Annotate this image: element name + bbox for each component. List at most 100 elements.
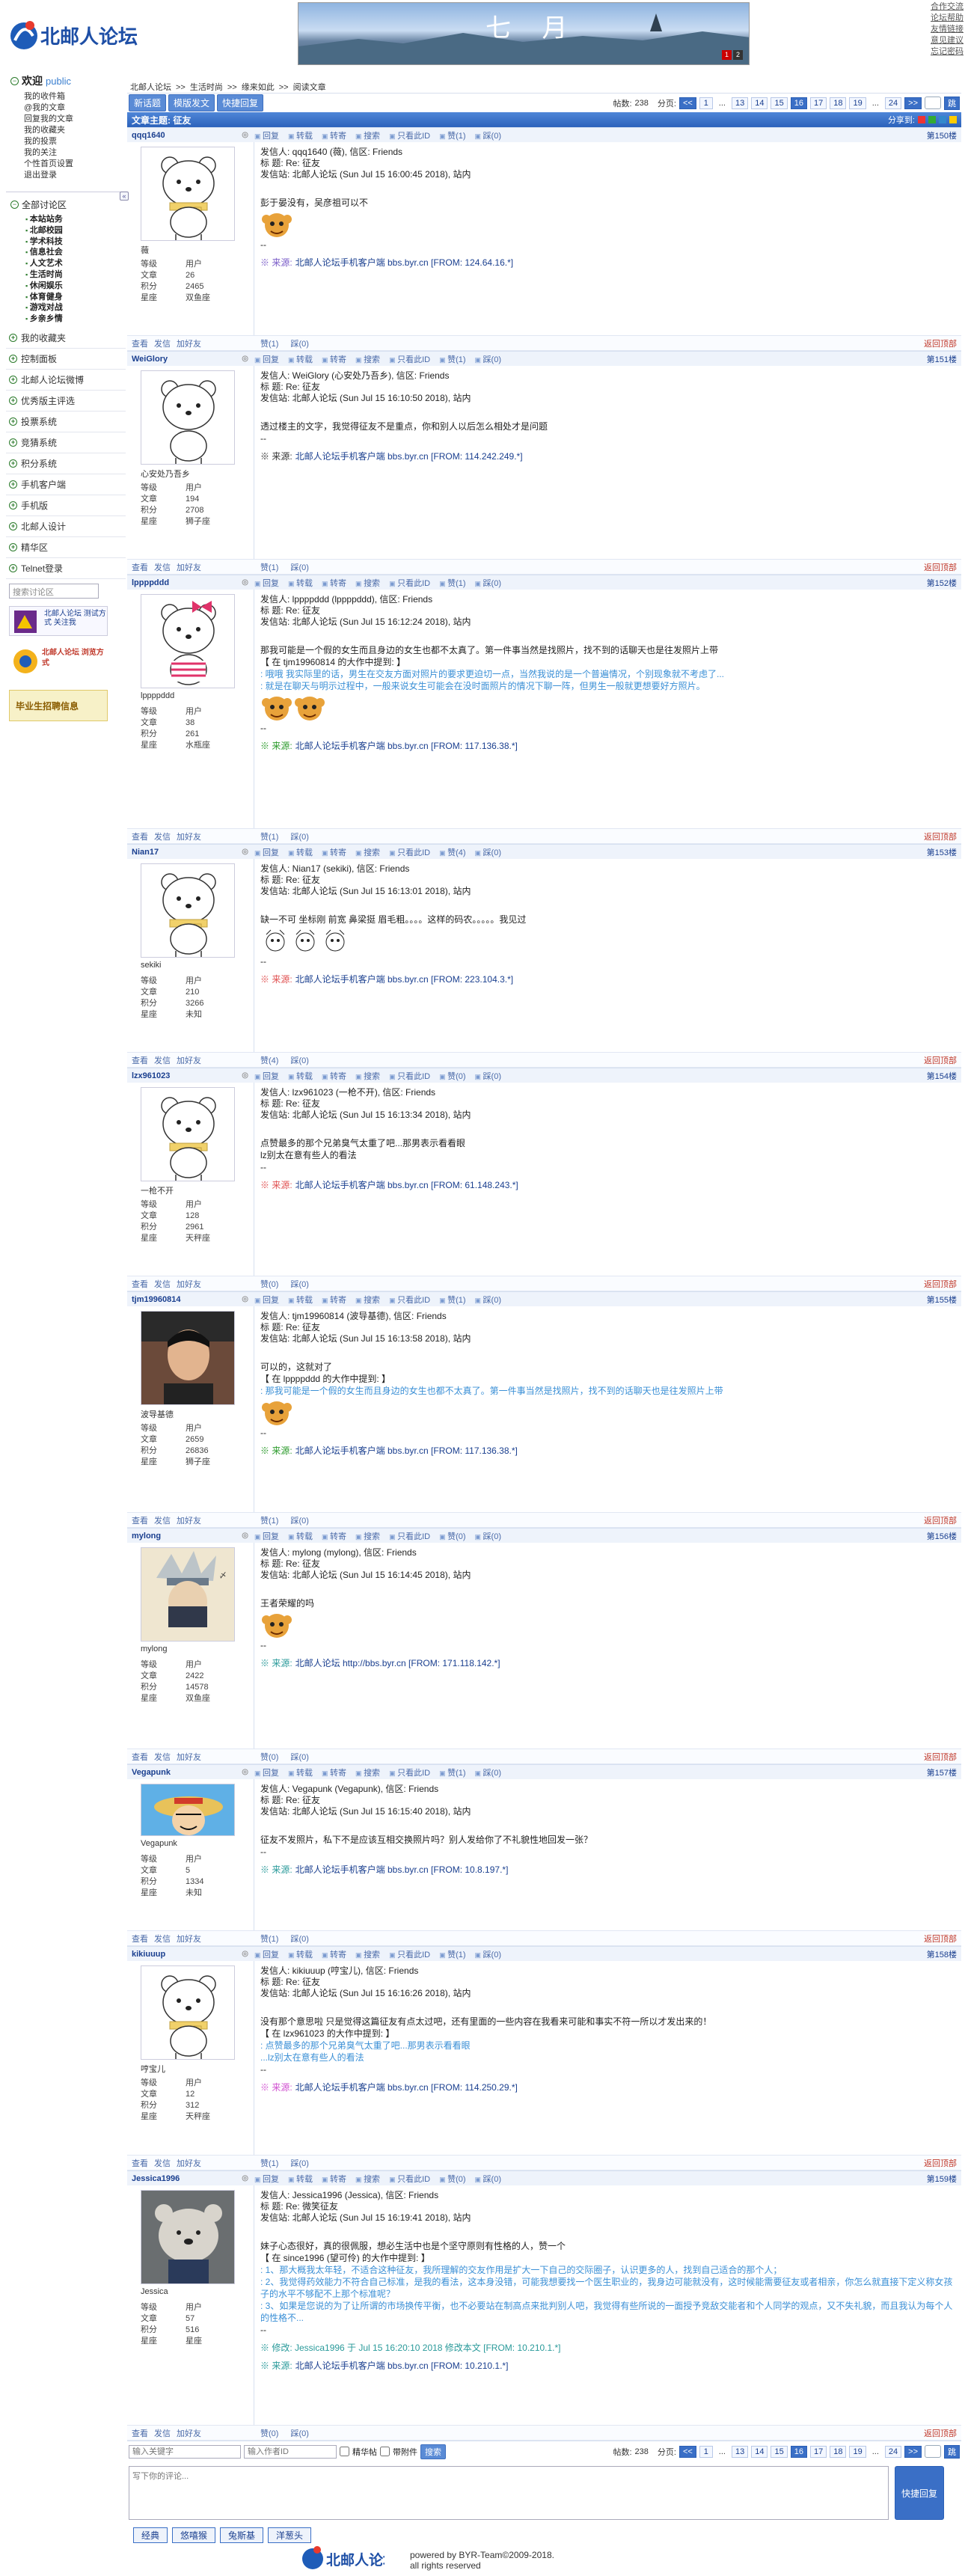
view-link[interactable]: 查看 — [132, 337, 148, 349]
source-text[interactable]: 北邮人论坛手机客户端 bbs.byr.cn [FROM: 10.8.197.*] — [295, 1864, 509, 1875]
sidebar-item[interactable]: + 优秀版主评选 — [6, 391, 126, 412]
sidebar-item[interactable]: + 手机客户端 — [6, 474, 126, 495]
weibo-icon[interactable] — [918, 116, 925, 123]
banner-pager[interactable]: 12 — [720, 50, 743, 60]
only-button[interactable]: 只看此ID — [389, 1948, 430, 1960]
like-button[interactable]: 赞(1) — [439, 577, 465, 589]
board-item[interactable]: 人文艺术 — [25, 258, 123, 269]
tie-button[interactable]: 转寄 — [322, 129, 346, 141]
page-link[interactable]: 19 — [849, 97, 866, 109]
msg-link[interactable]: 发信 — [154, 561, 171, 573]
link-cooperation[interactable]: 合作交流 — [931, 1, 964, 13]
dislike-link[interactable]: 踩(0) — [290, 2157, 308, 2169]
search-button[interactable]: 搜索 — [420, 2444, 446, 2459]
like-link[interactable]: 赞(1) — [260, 1933, 278, 1945]
page-go-button[interactable]: 跳 — [944, 96, 960, 110]
dislike-link[interactable]: 踩(0) — [290, 2427, 308, 2439]
user-menu-item[interactable]: 我的收藏夹 — [24, 125, 126, 136]
back-to-top-link[interactable]: 返回顶部 — [924, 561, 961, 573]
view-link[interactable]: 查看 — [132, 2427, 148, 2439]
floor-number[interactable]: 第154楼 — [927, 1070, 961, 1082]
page-link[interactable]: << — [678, 2445, 696, 2458]
fwd-button[interactable]: 转载 — [288, 1070, 313, 1082]
tie-button[interactable]: 转寄 — [322, 1294, 346, 1306]
post-author[interactable]: Vegapunk ◎ — [127, 1768, 254, 1777]
user-menu-item[interactable]: 个性首页设置 — [24, 159, 126, 170]
sidebar-item-fav[interactable]: + 我的收藏夹 — [6, 328, 126, 349]
page-link[interactable]: 16 — [790, 97, 807, 109]
fwd-button[interactable]: 转载 — [288, 129, 313, 141]
msg-link[interactable]: 发信 — [154, 1278, 171, 1290]
friend-link[interactable]: 加好友 — [177, 337, 201, 349]
post-author[interactable]: qqq1640 ◎ — [127, 131, 254, 140]
author-id[interactable]: Jessica1996 — [132, 2174, 180, 2183]
author-id[interactable]: lzx961023 — [132, 1071, 170, 1080]
reply-button[interactable]: 回复 — [254, 577, 279, 589]
page-link[interactable]: >> — [904, 2445, 922, 2458]
author-input[interactable] — [244, 2444, 337, 2459]
back-to-top-link[interactable]: 返回顶部 — [924, 1514, 961, 1526]
floor-number[interactable]: 第155楼 — [927, 1294, 961, 1306]
search-button[interactable]: 搜索 — [355, 577, 380, 589]
dislike-link[interactable]: 踩(0) — [290, 1751, 308, 1763]
user-menu-item[interactable]: @我的文章 — [24, 103, 126, 114]
like-button[interactable]: 赞(1) — [439, 1294, 465, 1306]
source-text[interactable]: 北邮人论坛手机客户端 bbs.byr.cn [FROM: 10.210.1.*] — [295, 2361, 509, 2371]
page-input[interactable] — [925, 2445, 941, 2458]
reply-button[interactable]: 回复 — [254, 2173, 279, 2185]
promo-browse[interactable]: 北邮人论坛 浏览方式 — [9, 643, 108, 682]
friend-link[interactable]: 加好友 — [177, 2157, 201, 2169]
author-id[interactable]: kikiuuup — [132, 1950, 165, 1959]
like-link[interactable]: 赞(1) — [260, 337, 278, 349]
board-item[interactable]: 休闲娱乐 — [25, 281, 123, 292]
crumb-item[interactable]: 北邮人论坛 — [130, 83, 171, 92]
avatar[interactable] — [141, 594, 235, 688]
back-to-top-link[interactable]: 返回顶部 — [924, 2427, 961, 2439]
view-link[interactable]: 查看 — [132, 2157, 148, 2169]
page-link[interactable]: 17 — [809, 97, 827, 109]
search-button[interactable]: 搜索 — [355, 129, 380, 141]
only-button[interactable]: 只看此ID — [389, 1294, 430, 1306]
fwd-button[interactable]: 转载 — [288, 846, 313, 858]
collapse-icon[interactable]: − — [10, 76, 19, 85]
floor-number[interactable]: 第152楼 — [927, 577, 961, 589]
crumb-item[interactable]: 生活时尚 — [190, 83, 223, 92]
avatar[interactable] — [141, 863, 235, 958]
quick-reply-button[interactable]: 快捷回复 — [217, 94, 264, 111]
page-link[interactable]: 14 — [751, 97, 768, 109]
back-to-top-link[interactable]: 返回顶部 — [924, 1278, 961, 1290]
post-author[interactable]: lppppddd ◎ — [127, 578, 254, 587]
dislike-button[interactable]: 踩(0) — [475, 2173, 501, 2185]
dislike-link[interactable]: 踩(0) — [290, 561, 308, 573]
back-to-top-link[interactable]: 返回顶部 — [924, 337, 961, 349]
page-link[interactable]: << — [678, 97, 696, 109]
tie-button[interactable]: 转寄 — [322, 1070, 346, 1082]
only-button[interactable]: 只看此ID — [389, 577, 430, 589]
tie-button[interactable]: 转寄 — [322, 1766, 346, 1778]
reply-button[interactable]: 回复 — [254, 1948, 279, 1960]
msg-link[interactable]: 发信 — [154, 1933, 171, 1945]
dislike-link[interactable]: 踩(0) — [290, 830, 308, 842]
msg-link[interactable]: 发信 — [154, 1751, 171, 1763]
post-author[interactable]: mylong ◎ — [127, 1532, 254, 1541]
fwd-button[interactable]: 转载 — [288, 1530, 313, 1542]
dislike-link[interactable]: 踩(0) — [290, 337, 308, 349]
view-link[interactable]: 查看 — [132, 1751, 148, 1763]
only-button[interactable]: 只看此ID — [389, 129, 430, 141]
collapse-icon[interactable]: − — [10, 201, 19, 209]
tie-button[interactable]: 转寄 — [322, 846, 346, 858]
post-author[interactable]: kikiuuup ◎ — [127, 1950, 254, 1959]
back-to-top-link[interactable]: 返回顶部 — [924, 1933, 961, 1945]
avatar[interactable]: 〆 — [141, 1547, 235, 1642]
page-input[interactable] — [925, 97, 941, 109]
keyword-input[interactable] — [129, 2444, 241, 2459]
avatar[interactable] — [141, 147, 235, 241]
attachment-checkbox[interactable] — [380, 2447, 390, 2456]
reply-button[interactable]: 回复 — [254, 129, 279, 141]
sidebar-item[interactable]: + 投票系统 — [6, 412, 126, 432]
reply-button[interactable]: 回复 — [254, 1530, 279, 1542]
avatar[interactable] — [141, 1087, 235, 1181]
board-item[interactable]: 北邮校园 — [25, 225, 123, 236]
search-button[interactable]: 搜索 — [355, 1530, 380, 1542]
floor-number[interactable]: 第150楼 — [927, 129, 961, 141]
